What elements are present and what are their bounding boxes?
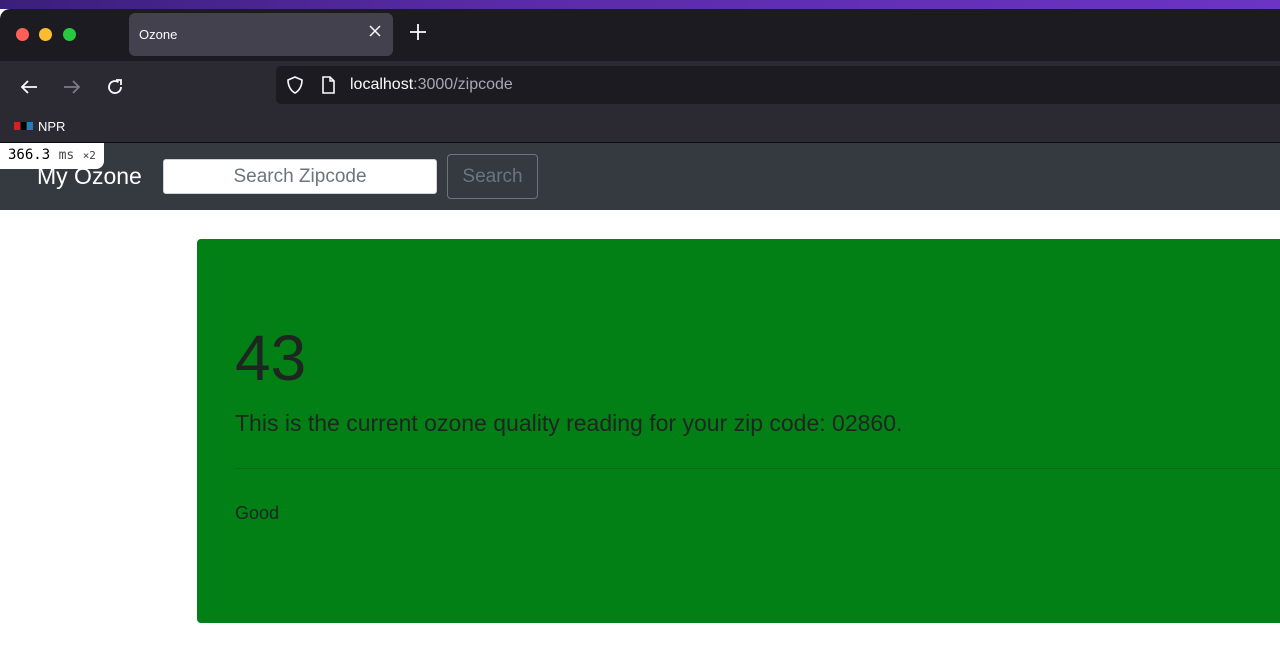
address-bar[interactable]: localhost:3000/zipcode xyxy=(276,66,1280,104)
divider xyxy=(235,468,1280,469)
perf-unit: ms xyxy=(58,148,75,163)
perf-overlay: 366.3 ms ×2 xyxy=(0,143,104,169)
tab-bar: Ozone xyxy=(0,9,1280,61)
navigation-toolbar: localhost:3000/zipcode xyxy=(0,61,1280,113)
shield-icon[interactable] xyxy=(286,76,304,94)
app-navbar: My Ozone Search xyxy=(0,143,1280,210)
minimize-window-button[interactable] xyxy=(39,28,52,41)
close-window-button[interactable] xyxy=(16,28,29,41)
url-host: localhost xyxy=(350,76,414,93)
close-icon[interactable] xyxy=(365,23,385,43)
zoom-window-button[interactable] xyxy=(63,28,76,41)
ozone-reading-value: 43 xyxy=(235,322,307,394)
zipcode-search-input[interactable] xyxy=(163,159,437,194)
perf-multiplier: ×2 xyxy=(82,149,96,162)
browser-window: Ozone localhost:3000/zipcode NPR 366.3 m… xyxy=(0,9,1280,671)
tab-title: Ozone xyxy=(139,27,178,42)
forward-arrow-icon[interactable] xyxy=(58,73,86,101)
page-icon[interactable] xyxy=(319,76,337,94)
search-button[interactable]: Search xyxy=(447,154,538,199)
bookmarks-toolbar: NPR xyxy=(0,113,1280,143)
reading-description: This is the current ozone quality readin… xyxy=(235,410,903,436)
url-path: :3000/zipcode xyxy=(413,76,513,93)
plus-icon[interactable] xyxy=(405,22,431,48)
tab-active[interactable]: Ozone xyxy=(129,13,393,56)
url-text: localhost:3000/zipcode xyxy=(350,76,513,94)
reload-icon[interactable] xyxy=(101,73,129,101)
back-arrow-icon[interactable] xyxy=(15,73,43,101)
perf-value: 366.3 xyxy=(8,147,51,163)
ozone-reading-card: 43 This is the current ozone quality rea… xyxy=(197,239,1280,623)
desktop-strip xyxy=(0,0,1280,9)
npr-logo-icon xyxy=(14,122,34,130)
bookmark-npr[interactable]: NPR xyxy=(38,119,65,134)
air-quality-level: Good xyxy=(235,503,280,523)
